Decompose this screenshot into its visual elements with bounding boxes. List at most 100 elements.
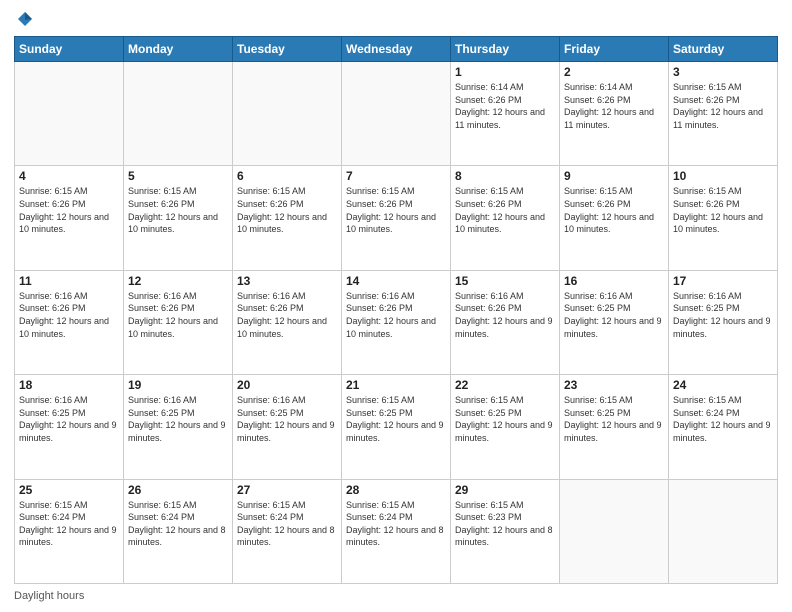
day-number: 25 — [19, 483, 119, 497]
day-number: 8 — [455, 169, 555, 183]
table-row — [560, 479, 669, 583]
day-info: Sunrise: 6:16 AM Sunset: 6:26 PM Dayligh… — [455, 290, 555, 340]
table-row: 19 Sunrise: 6:16 AM Sunset: 6:25 PM Dayli… — [124, 375, 233, 479]
logo-icon — [16, 10, 34, 28]
table-row: 20Sunrise: 6:16 AM Sunset: 6:25 PM Dayli… — [233, 375, 342, 479]
table-row: 5 Sunrise: 6:15 AM Sunset: 6:26 PM Daylig… — [124, 166, 233, 270]
day-info: Sunrise: 6:15 AM Sunset: 6:26 PM Dayligh… — [673, 81, 773, 131]
header — [14, 10, 778, 28]
table-row: 25 Sunrise: 6:15 AM Sunset: 6:24 PM Dayli… — [15, 479, 124, 583]
calendar-table: Sunday Monday Tuesday Wednesday Thursday… — [14, 36, 778, 584]
day-number: 15 — [455, 274, 555, 288]
day-info: Sunrise: 6:16 AM Sunset: 6:26 PM Dayligh… — [346, 290, 446, 340]
day-info: Sunrise: 6:15 AM Sunset: 6:23 PM Dayligh… — [455, 499, 555, 549]
day-info: Sunrise: 6:14 AM Sunset: 6:26 PM Dayligh… — [455, 81, 555, 131]
day-info: Sunrise: 6:15 AM Sunset: 6:26 PM Dayligh… — [237, 185, 337, 235]
table-row: 24Sunrise: 6:15 AM Sunset: 6:24 PM Dayli… — [669, 375, 778, 479]
table-row: 16 Sunrise: 6:16 AM Sunset: 6:25 PM Dayli… — [560, 270, 669, 374]
table-row — [669, 479, 778, 583]
logo — [14, 10, 34, 28]
day-number: 10 — [673, 169, 773, 183]
table-row: 15 Sunrise: 6:16 AM Sunset: 6:26 PM Dayli… — [451, 270, 560, 374]
table-row: 13 Sunrise: 6:16 AM Sunset: 6:26 PM Dayli… — [233, 270, 342, 374]
day-info: Sunrise: 6:16 AM Sunset: 6:26 PM Dayligh… — [19, 290, 119, 340]
col-saturday: Saturday — [669, 37, 778, 62]
table-row — [15, 62, 124, 166]
col-wednesday: Wednesday — [342, 37, 451, 62]
day-number: 27 — [237, 483, 337, 497]
day-number: 2 — [564, 65, 664, 79]
day-info: Sunrise: 6:15 AM Sunset: 6:24 PM Dayligh… — [237, 499, 337, 549]
table-row: 10 Sunrise: 6:15 AM Sunset: 6:26 PM Dayli… — [669, 166, 778, 270]
table-row: 3Sunrise: 6:15 AM Sunset: 6:26 PM Daylig… — [669, 62, 778, 166]
day-number: 23 — [564, 378, 664, 392]
day-number: 13 — [237, 274, 337, 288]
col-monday: Monday — [124, 37, 233, 62]
day-number: 16 — [564, 274, 664, 288]
table-row — [124, 62, 233, 166]
col-thursday: Thursday — [451, 37, 560, 62]
day-info: Sunrise: 6:15 AM Sunset: 6:24 PM Dayligh… — [128, 499, 228, 549]
day-info: Sunrise: 6:16 AM Sunset: 6:26 PM Dayligh… — [128, 290, 228, 340]
table-row: 6Sunrise: 6:15 AM Sunset: 6:26 PM Daylig… — [233, 166, 342, 270]
day-info: Sunrise: 6:15 AM Sunset: 6:26 PM Dayligh… — [673, 185, 773, 235]
day-number: 20 — [237, 378, 337, 392]
day-number: 5 — [128, 169, 228, 183]
day-info: Sunrise: 6:15 AM Sunset: 6:26 PM Dayligh… — [19, 185, 119, 235]
day-info: Sunrise: 6:15 AM Sunset: 6:26 PM Dayligh… — [346, 185, 446, 235]
col-sunday: Sunday — [15, 37, 124, 62]
table-row: 12Sunrise: 6:16 AM Sunset: 6:26 PM Dayli… — [124, 270, 233, 374]
table-row: 21 Sunrise: 6:15 AM Sunset: 6:25 PM Dayli… — [342, 375, 451, 479]
day-info: Sunrise: 6:16 AM Sunset: 6:25 PM Dayligh… — [19, 394, 119, 444]
day-number: 11 — [19, 274, 119, 288]
table-row: 2 Sunrise: 6:14 AM Sunset: 6:26 PM Daylig… — [560, 62, 669, 166]
table-row: 18 Sunrise: 6:16 AM Sunset: 6:25 PM Dayli… — [15, 375, 124, 479]
day-number: 1 — [455, 65, 555, 79]
table-row: 26 Sunrise: 6:15 AM Sunset: 6:24 PM Dayli… — [124, 479, 233, 583]
calendar-week-row: 25 Sunrise: 6:15 AM Sunset: 6:24 PM Dayli… — [15, 479, 778, 583]
day-number: 22 — [455, 378, 555, 392]
table-row — [342, 62, 451, 166]
day-number: 19 — [128, 378, 228, 392]
day-number: 21 — [346, 378, 446, 392]
table-row: 17Sunrise: 6:16 AM Sunset: 6:25 PM Dayli… — [669, 270, 778, 374]
day-info: Sunrise: 6:15 AM Sunset: 6:24 PM Dayligh… — [346, 499, 446, 549]
day-number: 29 — [455, 483, 555, 497]
calendar-header-row: Sunday Monday Tuesday Wednesday Thursday… — [15, 37, 778, 62]
calendar-week-row: 1 Sunrise: 6:14 AM Sunset: 6:26 PM Daylig… — [15, 62, 778, 166]
table-row: 1 Sunrise: 6:14 AM Sunset: 6:26 PM Daylig… — [451, 62, 560, 166]
table-row: 23Sunrise: 6:15 AM Sunset: 6:25 PM Dayli… — [560, 375, 669, 479]
calendar-week-row: 11 Sunrise: 6:16 AM Sunset: 6:26 PM Dayli… — [15, 270, 778, 374]
day-number: 18 — [19, 378, 119, 392]
calendar-week-row: 4 Sunrise: 6:15 AM Sunset: 6:26 PM Daylig… — [15, 166, 778, 270]
footer-text: Daylight hours — [14, 590, 84, 602]
day-info: Sunrise: 6:16 AM Sunset: 6:25 PM Dayligh… — [128, 394, 228, 444]
table-row: 4 Sunrise: 6:15 AM Sunset: 6:26 PM Daylig… — [15, 166, 124, 270]
day-number: 9 — [564, 169, 664, 183]
calendar-week-row: 18 Sunrise: 6:16 AM Sunset: 6:25 PM Dayli… — [15, 375, 778, 479]
day-info: Sunrise: 6:15 AM Sunset: 6:24 PM Dayligh… — [19, 499, 119, 549]
day-number: 17 — [673, 274, 773, 288]
table-row: 27 Sunrise: 6:15 AM Sunset: 6:24 PM Dayli… — [233, 479, 342, 583]
day-info: Sunrise: 6:14 AM Sunset: 6:26 PM Dayligh… — [564, 81, 664, 131]
table-row: 8 Sunrise: 6:15 AM Sunset: 6:26 PM Daylig… — [451, 166, 560, 270]
day-info: Sunrise: 6:16 AM Sunset: 6:25 PM Dayligh… — [564, 290, 664, 340]
footer: Daylight hours — [14, 590, 778, 602]
table-row: 29 Sunrise: 6:15 AM Sunset: 6:23 PM Dayli… — [451, 479, 560, 583]
day-info: Sunrise: 6:16 AM Sunset: 6:26 PM Dayligh… — [237, 290, 337, 340]
day-info: Sunrise: 6:15 AM Sunset: 6:26 PM Dayligh… — [455, 185, 555, 235]
day-number: 28 — [346, 483, 446, 497]
col-friday: Friday — [560, 37, 669, 62]
table-row: 22Sunrise: 6:15 AM Sunset: 6:25 PM Dayli… — [451, 375, 560, 479]
day-number: 14 — [346, 274, 446, 288]
day-info: Sunrise: 6:15 AM Sunset: 6:24 PM Dayligh… — [673, 394, 773, 444]
day-number: 4 — [19, 169, 119, 183]
table-row: 28 Sunrise: 6:15 AM Sunset: 6:24 PM Dayli… — [342, 479, 451, 583]
table-row: 9 Sunrise: 6:15 AM Sunset: 6:26 PM Daylig… — [560, 166, 669, 270]
day-info: Sunrise: 6:15 AM Sunset: 6:26 PM Dayligh… — [128, 185, 228, 235]
table-row: 14 Sunrise: 6:16 AM Sunset: 6:26 PM Dayli… — [342, 270, 451, 374]
day-info: Sunrise: 6:15 AM Sunset: 6:26 PM Dayligh… — [564, 185, 664, 235]
day-info: Sunrise: 6:15 AM Sunset: 6:25 PM Dayligh… — [346, 394, 446, 444]
table-row — [233, 62, 342, 166]
day-number: 26 — [128, 483, 228, 497]
